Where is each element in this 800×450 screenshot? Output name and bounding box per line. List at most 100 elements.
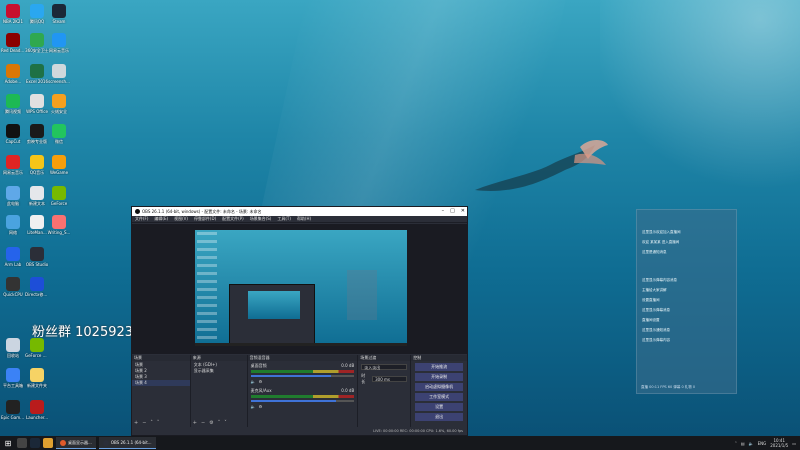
studio-mode-button[interactable]: 工作室模式 (415, 393, 463, 401)
obs-window[interactable]: OBS 26.1.1 (64-bit, windows) - 配置文件: 未命名… (131, 206, 468, 436)
scenes-toolbar: + − ˄ ˅ (134, 420, 159, 426)
minimize-icon[interactable]: – (442, 208, 445, 214)
desktop-icon[interactable]: GeForce Experience (25, 338, 49, 358)
windows-start-icon[interactable]: ⊞ (2, 437, 14, 449)
desktop-icon[interactable]: Adobe... (1, 64, 25, 84)
move-up-icon[interactable]: ˄ (150, 420, 153, 426)
remove-icon[interactable]: − (142, 420, 146, 426)
desktop-icon[interactable]: 新建文本 (25, 186, 49, 206)
duration-label: 时长 (361, 373, 366, 384)
taskbar-app[interactable]: 桌面显示器... (56, 437, 96, 449)
clock[interactable]: 10:41 2021/1/5 (770, 438, 788, 448)
desktop-icon[interactable]: GeForce (47, 186, 71, 206)
menu-view[interactable]: 视图(V) (174, 216, 188, 222)
desktop-icon[interactable]: WeGame (47, 155, 71, 175)
add-icon[interactable]: + (134, 420, 138, 426)
desktop-icon[interactable]: QQ音乐 (25, 155, 49, 175)
menu-scene-collection[interactable]: 场景集合(S) (250, 216, 272, 222)
settings-button[interactable]: 设置 (415, 403, 463, 411)
search-icon[interactable] (17, 438, 27, 448)
desktop-icon[interactable]: WPS Office (25, 94, 49, 114)
add-icon[interactable]: + (193, 420, 197, 426)
menu-profile[interactable]: 配置文件(P) (222, 216, 244, 222)
desktop-icon[interactable]: 腾讯视频 (1, 94, 25, 114)
desktop-icon[interactable]: Writing_S... (47, 215, 71, 235)
desktop-icon[interactable]: 剪映专业版 (25, 124, 49, 144)
desktop-icon[interactable]: Steam (47, 4, 71, 24)
source-item[interactable]: 显示器采集 (191, 368, 247, 374)
desktop-icon[interactable]: NBA 2K21 (1, 4, 25, 24)
desktop-icon[interactable]: 此电脑 (1, 186, 25, 206)
close-icon[interactable]: ✕ (461, 208, 465, 214)
desktop-icon[interactable]: CapCut (1, 124, 25, 144)
desktop-icon[interactable]: 回收站 (1, 338, 25, 358)
app-icon (30, 400, 44, 414)
menu-edit[interactable]: 编辑(E) (154, 216, 168, 222)
controls-header: 控制 (411, 355, 467, 361)
desktop-icon[interactable]: 火绒安全 (47, 94, 71, 114)
desktop-icon[interactable]: 微信 (47, 124, 71, 144)
folder-icon[interactable] (43, 438, 53, 448)
maximize-icon[interactable]: □ (450, 208, 455, 214)
move-down-icon[interactable]: ˅ (157, 420, 160, 426)
steam-icon[interactable] (30, 438, 40, 448)
desktop-icon[interactable]: 360安全卫士 (25, 33, 49, 53)
desktop-icon[interactable]: 网络 (1, 215, 25, 235)
desktop-icon[interactable]: Arm Lab (1, 247, 25, 267)
menu-help[interactable]: 帮助(H) (297, 216, 311, 222)
desktop-icon[interactable]: Red Dead Redempti... (1, 33, 25, 53)
duration-input[interactable]: 300 ms (372, 376, 408, 382)
menu-docks[interactable]: 停靠部件(D) (194, 216, 216, 222)
gear-icon[interactable]: ⚙ (259, 404, 263, 409)
volume-slider[interactable] (250, 375, 355, 377)
chevron-up-icon[interactable]: ˄ (735, 441, 737, 446)
desktop-icon[interactable]: 新建文件夹 (25, 368, 49, 388)
desktop-icon[interactable]: OBS Studio (25, 247, 49, 267)
app-icon (52, 124, 66, 138)
network-icon[interactable]: ▤ (741, 441, 745, 446)
desktop-icon[interactable]: Directx修复工具 (25, 277, 49, 297)
app-icon (6, 4, 20, 18)
desktop-icon[interactable]: 网易云音乐 (47, 33, 71, 53)
transition-select[interactable]: 淡入淡出 (361, 364, 408, 370)
move-down-icon[interactable]: ˅ (224, 420, 227, 426)
audio-meter (250, 395, 355, 398)
desktop-icon[interactable]: QuickCPU (1, 277, 25, 297)
desktop-icon[interactable]: Epic Games Launcher (1, 400, 25, 420)
exit-button[interactable]: 退出 (415, 413, 463, 421)
app-icon (52, 64, 66, 78)
desktop-icon[interactable]: 平台工具箱 (1, 368, 25, 388)
remove-icon[interactable]: − (201, 420, 205, 426)
desktop-icon[interactable]: LiteMan... (25, 215, 49, 235)
notification-line: 这里显示弹幕消息 (642, 308, 670, 312)
input-language[interactable]: ENG (758, 441, 767, 446)
speaker-icon[interactable]: 🔈 (251, 379, 256, 384)
scene-item-selected[interactable]: 场景 4 (132, 380, 190, 386)
app-icon (30, 215, 44, 229)
start-streaming-button[interactable]: 开始推流 (415, 363, 463, 371)
notification-center-icon[interactable]: ▭ (792, 441, 796, 446)
gear-icon[interactable]: ⚙ (259, 379, 263, 384)
desktop-icon[interactable]: 网易云音乐 (1, 155, 25, 175)
menu-file[interactable]: 文件(F) (135, 216, 148, 222)
speaker-icon[interactable]: 🔈 (251, 404, 256, 409)
volume-icon[interactable]: 🔈 (749, 441, 754, 446)
desktop-icon[interactable]: Launcher... (25, 400, 49, 420)
move-up-icon[interactable]: ˄ (218, 420, 221, 426)
desktop-icon[interactable]: Excel 2016 (25, 64, 49, 84)
gear-icon[interactable]: ⚙ (209, 420, 213, 426)
volume-slider[interactable] (250, 400, 355, 402)
desktop-icon[interactable]: 腾讯QQ (25, 4, 49, 24)
obs-status-bar: LIVE: 00:00:00 REC: 00:00:00 CPU: 1.6%, … (132, 427, 467, 435)
start-recording-button[interactable]: 开始录制 (415, 373, 463, 381)
taskbar-app-obs[interactable]: OBS 26.1.1 (64-bit... (98, 437, 156, 449)
system-tray: ˄ ▤ 🔈 ENG 10:41 2021/1/5 ▭ (735, 436, 796, 450)
obs-preview-canvas[interactable] (132, 224, 467, 354)
obs-titlebar[interactable]: OBS 26.1.1 (64-bit, windows) - 配置文件: 未命名… (132, 207, 467, 216)
app-icon (30, 124, 44, 138)
start-virtual-camera-button[interactable]: 启动虚拟摄像机 (415, 383, 463, 391)
clock-date: 2021/1/5 (770, 443, 789, 448)
menu-tools[interactable]: 工具(T) (277, 216, 291, 222)
obs-icon (102, 439, 109, 446)
desktop-icon[interactable]: screensh... (47, 64, 71, 84)
